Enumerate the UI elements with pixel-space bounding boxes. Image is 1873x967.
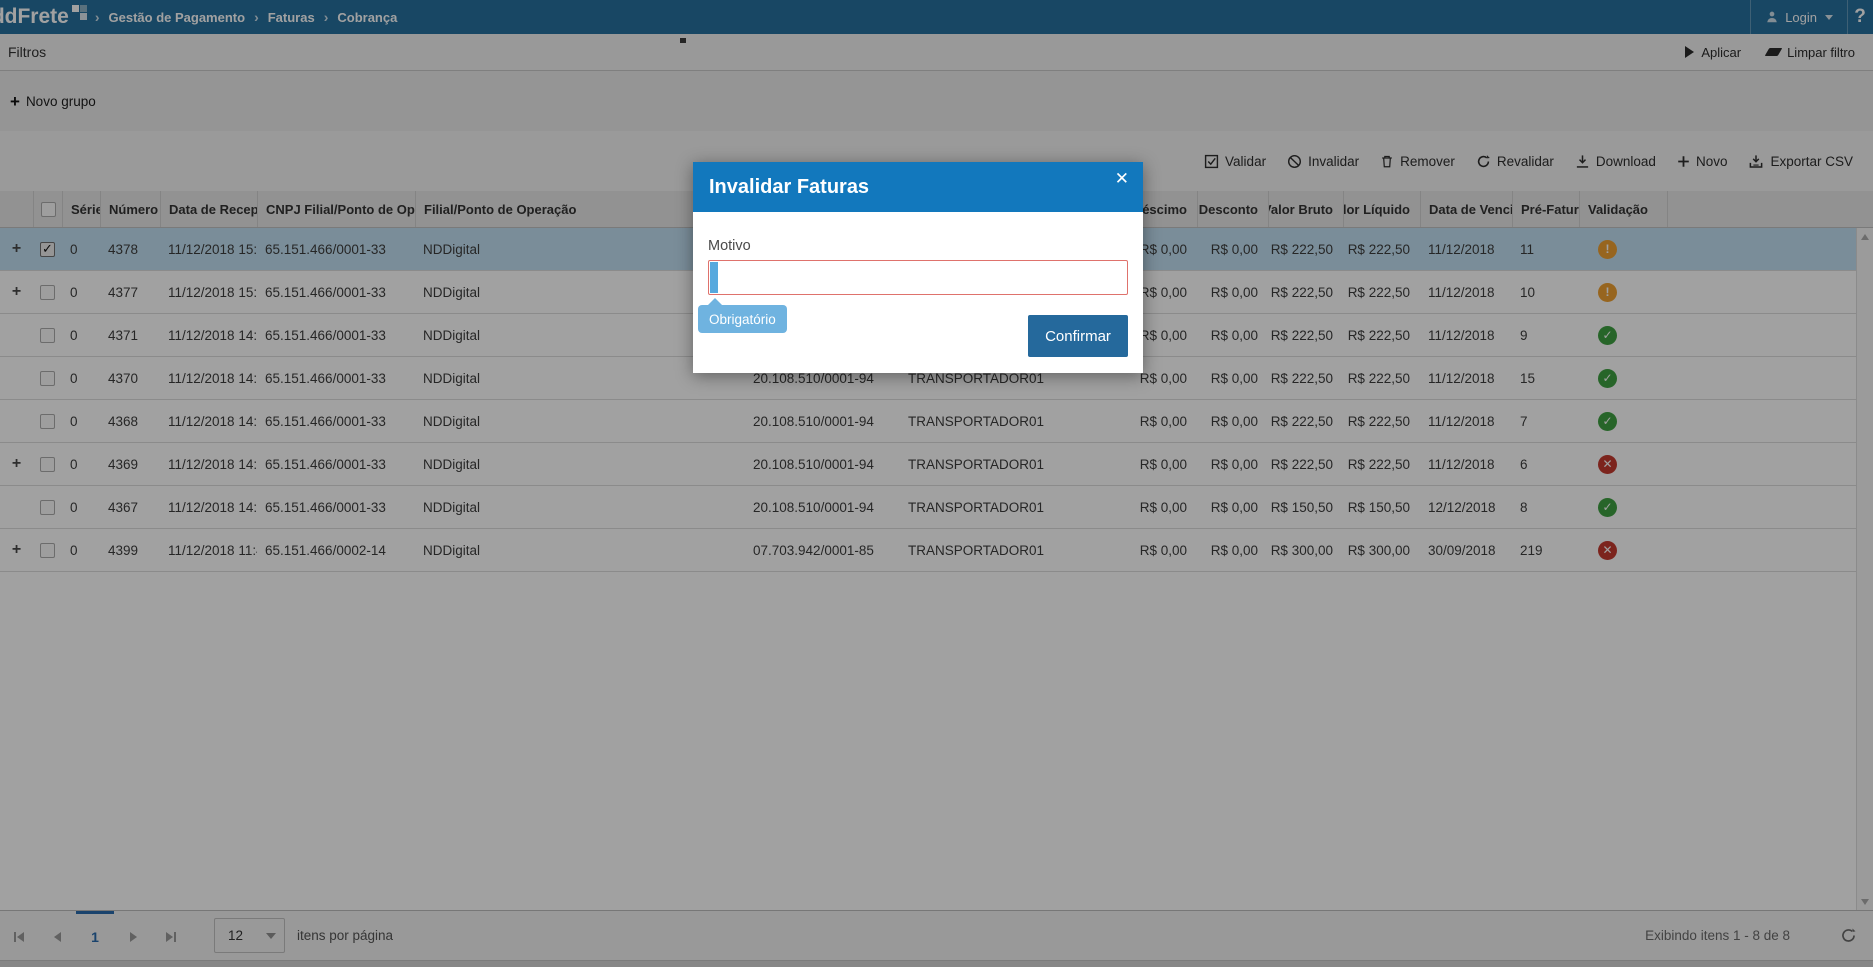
close-icon[interactable]: ✕: [1115, 170, 1129, 188]
dialog-title: Invalidar Faturas: [709, 175, 870, 198]
invalidate-invoices-dialog: Invalidar Faturas ✕ Motivo Obrigatório C…: [693, 162, 1143, 373]
required-tooltip: Obrigatório: [698, 298, 787, 333]
modal-backdrop: [0, 0, 1873, 967]
reason-field-label: Motivo: [708, 238, 751, 254]
reason-field-wrap: [708, 260, 1128, 295]
app-page: nddFrete ›Gestão de Pagamento›Faturas›Co…: [0, 0, 1873, 967]
dialog-header: Invalidar Faturas ✕: [693, 162, 1143, 212]
confirm-button[interactable]: Confirmar: [1028, 315, 1128, 357]
reason-input[interactable]: [708, 260, 1128, 295]
